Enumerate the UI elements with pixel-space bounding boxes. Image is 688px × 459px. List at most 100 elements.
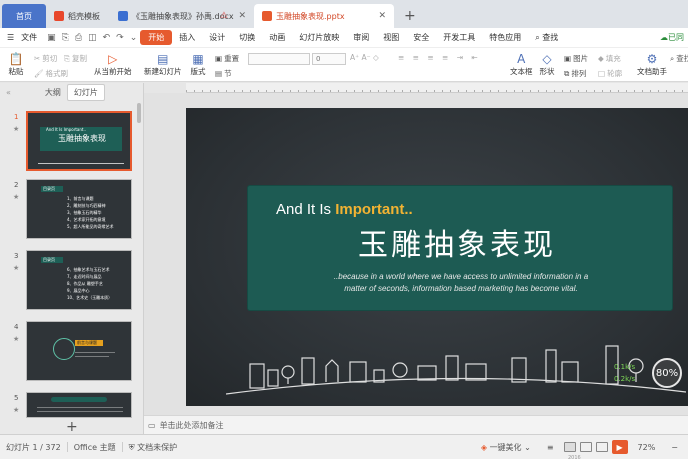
print-icon[interactable]: ⎙ (72, 33, 85, 43)
thumb-kicker: And It Is Important.. (46, 127, 87, 132)
horizontal-ruler (186, 83, 688, 93)
hamburger-icon[interactable]: ☰ (0, 33, 21, 42)
menu-file[interactable]: 文件 (21, 32, 44, 43)
new-tab-icon[interactable]: + (394, 8, 426, 28)
menu-security[interactable]: 安全 (406, 32, 436, 43)
slide-kicker[interactable]: And It Is Important.. (276, 201, 413, 218)
paste-button[interactable]: 📋 粘贴 (8, 52, 24, 77)
add-slide-icon[interactable]: + (66, 419, 78, 435)
format-painter-button[interactable]: 🖌 格式刷 (34, 68, 68, 79)
undo-icon[interactable]: ↶ (100, 33, 114, 43)
skyline-building (561, 361, 579, 383)
tab-bar: 首页 稻壳模板 《玉雕抽象表现》孙禹.docx ⚠ ✕ 玉雕抽象表现.pptx … (0, 0, 688, 28)
tab-pptx[interactable]: 玉雕抽象表现.pptx ✕ (254, 4, 394, 28)
slide-title[interactable]: 玉雕抽象表现 (358, 220, 556, 264)
thumb-line (37, 407, 123, 408)
zoom-level[interactable]: 72% (632, 443, 662, 452)
redo-icon[interactable]: ↷ (113, 33, 127, 43)
menu-search[interactable]: ⌕ 查找 (528, 32, 565, 43)
thumbnail-preview (26, 392, 132, 418)
tab-docer[interactable]: 稻壳模板 (46, 4, 110, 28)
thumb-line: 8、作品从 雕塑手艺 (67, 281, 103, 286)
save-icon[interactable]: ▣ (44, 33, 59, 43)
thumb-skyline (38, 163, 124, 164)
shape-button[interactable]: ◇ 形状 (539, 52, 555, 77)
tab-outline[interactable]: 大纲 (39, 85, 67, 100)
thumb-line: 7、走近时间与展品 (67, 274, 102, 279)
sorter-view-icon[interactable] (579, 442, 592, 452)
preview-icon[interactable]: ◫ (85, 33, 100, 43)
slide-1[interactable]: And It Is Important.. 玉雕抽象表现 ..because i… (186, 108, 688, 406)
kicker-text: And It Is (276, 201, 336, 218)
textbox-button[interactable]: A 文本框 (510, 52, 533, 77)
layout-icon: ▦ (192, 52, 204, 66)
tab-docx[interactable]: 《玉雕抽象表现》孙禹.docx ⚠ ✕ (110, 4, 254, 28)
menu-home[interactable]: 开始 (140, 30, 173, 45)
close-icon[interactable]: ✕ (238, 11, 246, 21)
doc-helper-button[interactable]: ⚙ 文档助手 (637, 52, 667, 77)
export-icon[interactable]: ⎘ (59, 33, 72, 43)
find-icon: ⌕ (670, 53, 675, 63)
section-button[interactable]: ▤ 节 (215, 68, 232, 79)
paste-label: 粘贴 (8, 67, 24, 76)
menu-animation[interactable]: 动画 (262, 32, 292, 43)
search-label: 查找 (542, 33, 559, 42)
menu-bar: ☰ 文件 ▣ ⎘ ⎙ ◫ ↶ ↷ ⌄ 开始 插入 设计 切换 动画 幻灯片放映 … (0, 28, 688, 48)
reset-button[interactable]: ▣ 重置 (215, 53, 239, 64)
paragraph-tools[interactable]: ≡ ≡ ≡ ≡ ⇥ ⇤ (398, 53, 481, 62)
slideshow-play-icon[interactable]: ▶ (611, 440, 628, 454)
menu-slideshow[interactable]: 幻灯片放映 (292, 32, 346, 43)
notes-toggle-icon[interactable]: ≡ (541, 443, 560, 452)
find-button[interactable]: ⌕ 查找 (670, 53, 688, 64)
skyline-building (545, 349, 557, 383)
speed-up: 0.1k/s (614, 363, 636, 371)
copy-button[interactable]: ⎘ 复制 (64, 53, 87, 64)
tab-slides[interactable]: 幻灯片 (66, 83, 105, 101)
thumbnail-preview: 目录页 6、抽象艺术与玉石艺术 7、走近时间与展品 8、作品从 雕塑手艺 9、展… (26, 250, 132, 310)
tab-home[interactable]: 首页 (2, 4, 46, 28)
thumb-title: 玉雕抽象表现 (58, 134, 106, 143)
thumb-line: 1、前言与课题 (67, 196, 94, 201)
slide-body-text[interactable]: ..because in a world where we have acces… (326, 271, 596, 295)
doc-helper-label: 文档助手 (637, 67, 667, 76)
thumbnail-preview: 目录页 1、前言与课题 2、雕刻技与巧匠精神 3、抽象玉石的精华 4、艺术家开拓… (26, 179, 132, 239)
new-slide-button[interactable]: ▤ 新建幻灯片 (144, 52, 182, 77)
normal-view-icon[interactable] (563, 442, 576, 452)
menu-developer[interactable]: 开发工具 (436, 32, 482, 43)
notes-pane[interactable]: ▭ 单击此处添加备注 (144, 415, 688, 434)
thumbnail-number: 1 (14, 113, 19, 121)
font-size-box[interactable]: 0 (312, 53, 346, 65)
outline-button[interactable]: □ 轮廓 (598, 68, 622, 79)
thumbnail-number: 2 (14, 181, 19, 189)
close-icon[interactable]: ✕ (378, 11, 386, 21)
menu-insert[interactable]: 插入 (172, 32, 202, 43)
skyline-tree (392, 362, 408, 378)
thumbnail-scrollbar[interactable] (137, 103, 141, 123)
reading-view-icon[interactable] (595, 442, 608, 452)
protection-label: 文档未保护 (137, 442, 178, 452)
fill-button[interactable]: ◆ 填充 (598, 53, 621, 64)
menu-review[interactable]: 审阅 (346, 32, 376, 43)
zoom-out-icon[interactable]: − (665, 443, 684, 452)
slide-canvas: And It Is Important.. 玉雕抽象表现 ..because i… (144, 93, 688, 415)
cloud-label: 已同 (668, 33, 684, 42)
chevron-down-icon[interactable]: ⌄ (127, 33, 141, 43)
protection-status[interactable]: ⛨ 文档未保护 (123, 442, 184, 453)
new-slide-icon: ▤ (157, 52, 169, 66)
thumb-line (37, 411, 123, 412)
arrange-button[interactable]: ⧉ 排列 (564, 68, 586, 79)
from-current-button[interactable]: ▷ 从当前开始 (94, 52, 132, 77)
menu-transition[interactable]: 切换 (232, 32, 262, 43)
cloud-sync-status[interactable]: ☁已同 (660, 32, 688, 43)
font-grow-icon[interactable]: A⁺ A⁻ ◇ (350, 53, 379, 62)
cut-button[interactable]: ✂ 剪切 (34, 53, 57, 64)
menu-features[interactable]: 特色应用 (482, 32, 528, 43)
menu-view[interactable]: 视图 (376, 32, 406, 43)
beautify-button[interactable]: ◈ 一键美化 ⌄ (475, 442, 537, 453)
star-icon: ★ (13, 264, 20, 272)
collapse-panel-icon[interactable]: « (6, 88, 11, 97)
menu-design[interactable]: 设计 (202, 32, 232, 43)
font-name-box[interactable] (248, 53, 310, 65)
picture-button[interactable]: ▣ 图片 (564, 53, 588, 64)
layout-button[interactable]: ▦ 版式 (190, 52, 206, 77)
